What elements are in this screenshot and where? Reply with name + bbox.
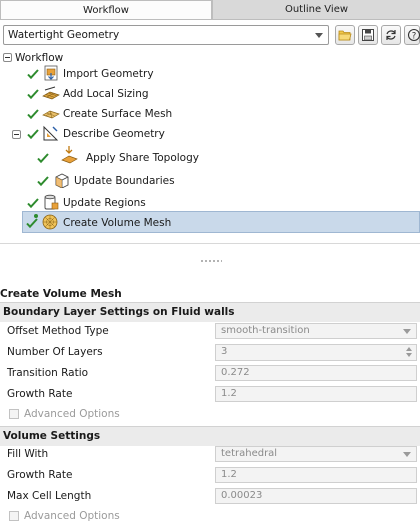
update-regions-icon	[44, 194, 59, 210]
chevron-down-icon	[315, 33, 323, 38]
tree-item-add-local-sizing[interactable]: Add Local Sizing	[0, 84, 420, 104]
tab-bar: Workflow Outline View	[0, 0, 420, 20]
bl-growth-rate-input[interactable]: 1.2	[215, 386, 417, 402]
vol-growth-rate-input[interactable]: 1.2	[215, 467, 417, 483]
spin-up-icon[interactable]	[406, 347, 412, 351]
check-icon	[37, 153, 49, 164]
tab-workflow[interactable]: Workflow	[0, 0, 212, 19]
checkbox-label: Advanced Options	[24, 408, 120, 420]
bl-advanced-options[interactable]: Advanced Options	[0, 404, 420, 424]
number-of-layers-stepper[interactable]: 3	[215, 344, 417, 361]
section-boundary-layer: Boundary Layer Settings on Fluid walls	[0, 302, 420, 322]
check-icon	[37, 176, 49, 187]
collapse-icon[interactable]	[3, 53, 12, 62]
field-label: Growth Rate	[7, 388, 73, 400]
transition-ratio-input[interactable]: 0.272	[215, 365, 417, 381]
chevron-down-icon	[403, 452, 411, 457]
max-cell-length-row: Max Cell Length 0.00023	[0, 486, 420, 506]
update-boundaries-icon	[55, 173, 69, 188]
volume-mesh-icon	[42, 214, 58, 230]
refresh-button[interactable]	[381, 25, 401, 45]
help-icon: ?	[407, 28, 420, 41]
fill-with-select[interactable]: tetrahedral	[215, 446, 417, 462]
check-icon	[27, 69, 39, 80]
save-icon	[362, 29, 374, 41]
workflow-type-value: Watertight Geometry	[8, 29, 120, 41]
describe-geometry-icon	[43, 125, 59, 141]
field-value: 0.00023	[221, 490, 263, 501]
field-value: 0.272	[221, 367, 250, 378]
chevron-down-icon	[403, 329, 411, 334]
field-value: tetrahedral	[221, 448, 278, 459]
import-geometry-icon	[44, 65, 58, 81]
tree-item-label: Describe Geometry	[63, 128, 165, 140]
tree-item-apply-share-topology[interactable]: Apply Share Topology	[0, 146, 420, 168]
task-title: Create Volume Mesh	[0, 288, 122, 300]
field-label: Max Cell Length	[7, 490, 92, 502]
tree-item-update-regions[interactable]: Update Regions	[0, 193, 420, 213]
number-of-layers-row: Number Of Layers 3	[0, 342, 420, 362]
save-button[interactable]	[358, 25, 378, 45]
field-label: Number Of Layers	[7, 346, 103, 358]
open-folder-icon	[338, 30, 352, 41]
vol-growth-rate-row: Growth Rate 1.2	[0, 465, 420, 485]
splitter-grip-icon[interactable]	[200, 259, 222, 263]
tree-item-label: Apply Share Topology	[86, 152, 199, 164]
section-heading: Boundary Layer Settings on Fluid walls	[3, 306, 235, 318]
tree-root-label: Workflow	[15, 52, 64, 64]
checkbox-label: Advanced Options	[24, 510, 120, 522]
field-label: Transition Ratio	[7, 367, 89, 379]
max-cell-length-input[interactable]: 0.00023	[215, 488, 417, 504]
offset-method-row: Offset Method Type smooth-transition	[0, 321, 420, 341]
offset-method-select[interactable]: smooth-transition	[215, 323, 417, 339]
tree-item-update-boundaries[interactable]: Update Boundaries	[0, 171, 420, 191]
share-topology-icon	[61, 146, 78, 164]
field-label: Offset Method Type	[7, 325, 109, 337]
check-icon	[27, 89, 39, 100]
check-icon	[27, 129, 39, 140]
tree-item-create-volume-mesh[interactable]: Create Volume Mesh	[22, 211, 420, 233]
surface-mesh-icon	[42, 110, 60, 119]
field-label: Fill With	[7, 448, 49, 460]
field-value: smooth-transition	[221, 325, 310, 336]
tree-item-label: Import Geometry	[63, 68, 154, 80]
local-sizing-icon	[42, 86, 60, 100]
fill-with-row: Fill With tetrahedral	[0, 444, 420, 464]
help-button[interactable]: ?	[404, 25, 420, 45]
svg-text:?: ?	[412, 31, 417, 41]
spin-down-icon[interactable]	[406, 353, 412, 357]
collapse-icon[interactable]	[12, 130, 21, 139]
tab-outline-view[interactable]: Outline View	[212, 0, 420, 19]
advanced-options-checkbox[interactable]	[9, 511, 19, 521]
field-value: 3	[221, 346, 228, 357]
check-icon	[27, 198, 39, 209]
field-label: Growth Rate	[7, 469, 73, 481]
open-folder-button[interactable]	[335, 25, 355, 45]
transition-ratio-row: Transition Ratio 0.272	[0, 363, 420, 383]
tree-item-import-geometry[interactable]: Import Geometry	[0, 64, 420, 84]
tree-item-create-surface-mesh[interactable]: Create Surface Mesh	[0, 104, 420, 124]
refresh-icon	[386, 30, 396, 40]
workflow-type-select[interactable]: Watertight Geometry	[3, 25, 329, 45]
tree-item-describe-geometry[interactable]: Describe Geometry	[0, 124, 420, 144]
tree-item-label: Add Local Sizing	[63, 88, 149, 100]
bl-growth-rate-row: Growth Rate 1.2	[0, 384, 420, 404]
field-value: 1.2	[221, 388, 237, 399]
tree-item-label: Create Surface Mesh	[63, 108, 173, 120]
field-value: 1.2	[221, 469, 237, 480]
tree-item-label: Update Boundaries	[74, 175, 175, 187]
tree-item-label: Create Volume Mesh	[63, 217, 172, 229]
vol-advanced-options[interactable]: Advanced Options	[0, 506, 420, 526]
active-star-icon	[34, 214, 38, 218]
tree-item-label: Update Regions	[63, 197, 146, 209]
section-volume-settings: Volume Settings	[0, 426, 420, 446]
advanced-options-checkbox[interactable]	[9, 409, 19, 419]
check-icon	[27, 109, 39, 120]
section-heading: Volume Settings	[3, 430, 101, 442]
